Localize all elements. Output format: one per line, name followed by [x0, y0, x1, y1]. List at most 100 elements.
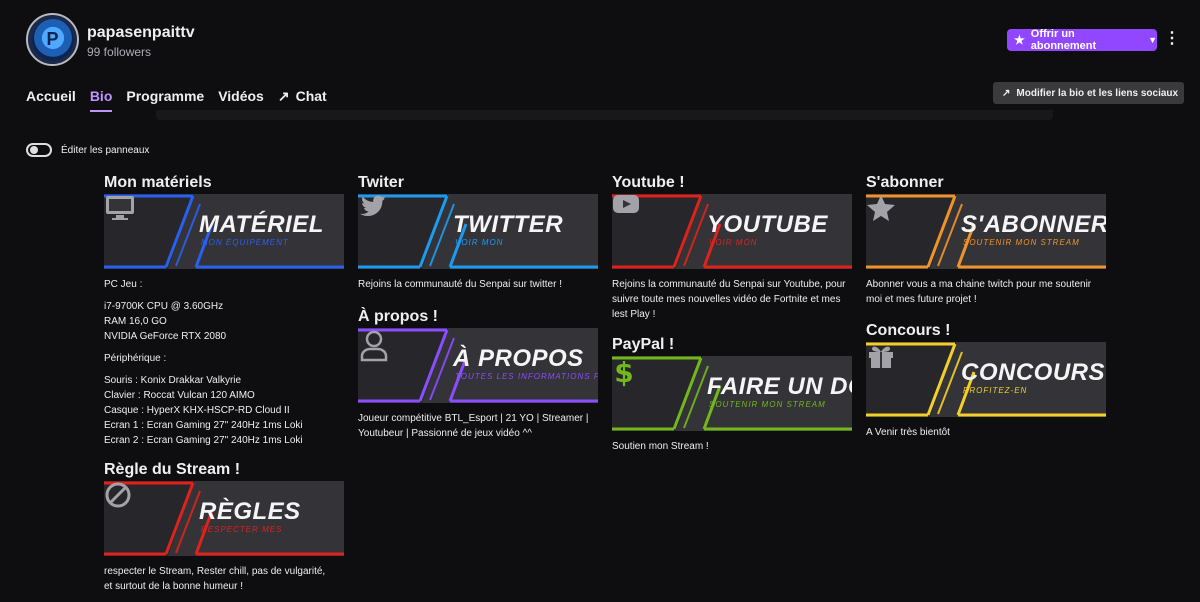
panel-banner[interactable]: CONCOURS PROFITEZ-EN	[866, 342, 1106, 417]
external-link-icon: ↗	[277, 88, 290, 104]
panel: Twiter TWITTER VOIR MON Rejoins la commu…	[358, 172, 598, 292]
panel-text-line: et surtout de la bonne humeur !	[104, 581, 243, 592]
panel-description: Soutien mon Stream !	[612, 439, 852, 454]
scroll-strip	[156, 110, 1053, 120]
channel-tabs: Accueil Bio Programme Vidéos ↗ Chat	[26, 88, 341, 112]
tab-programme[interactable]: Programme	[126, 88, 204, 112]
panel: À propos ! À PROPOS TOUTES LES INFORMATI…	[358, 306, 598, 441]
panel-text-line: respecter le Stream, Rester chill, pas d…	[104, 566, 326, 577]
banner-title: YOUTUBE	[707, 211, 828, 238]
panel-banner[interactable]: À PROPOS TOUTES LES INFORMATIONS PERSONN…	[358, 328, 598, 403]
panel-title: À propos !	[358, 308, 438, 325]
avatar-logo: P	[31, 18, 74, 61]
panel-text-line: Souris : Konix Drakkar Valkyrie	[104, 375, 242, 386]
panel-description: Abonner vous a ma chaine twitch pour me …	[866, 277, 1106, 307]
no-entry-icon	[104, 481, 174, 556]
panel-text-line	[104, 292, 344, 299]
panel: Youtube ! YOUTUBE VOIR MON Rejoins la co…	[612, 172, 852, 322]
banner-subtitle: TOUTES LES INFORMATIONS PERSONNELLES	[455, 372, 598, 381]
panel-text-line: Joueur compétitive BTL_Esport | 21 YO | …	[358, 413, 589, 424]
panel-text-line: Youtubeur | Passionné de jeux vidéo ^^	[358, 428, 532, 439]
panel-banner[interactable]: S'ABONNER SOUTENIR MON STREAM	[866, 194, 1106, 269]
banner-title: RÈGLES	[199, 498, 301, 525]
arrow-up-right-icon: ↗	[1002, 87, 1011, 99]
panel-banner[interactable]: MATÉRIEL MON ÉQUIPEMENT	[104, 194, 344, 269]
channel-name[interactable]: papasenpaittv	[87, 24, 195, 42]
panel-text-line: Abonner vous a ma chaine twitch pour me …	[866, 279, 1092, 290]
panel-banner[interactable]: $ FAIRE UN DON SOUTENIR MON STREAM	[612, 356, 852, 431]
tab-chat[interactable]: ↗ Chat	[278, 88, 327, 112]
edit-panels-toggle[interactable]	[26, 143, 52, 157]
panel-text-line	[104, 366, 344, 373]
panel-text-line: i7-9700K CPU @ 3.60GHz	[104, 301, 224, 312]
gift-subscription-button[interactable]: ★ Offrir un abonnement ▼	[1007, 28, 1157, 52]
edit-bio-button[interactable]: ↗ Modifier la bio et les liens sociaux	[993, 82, 1184, 104]
panel: S'abonner S'ABONNER SOUTENIR MON STREAM …	[866, 172, 1106, 307]
panel-text-line: Ecran 2 : Ecran Gaming 27" 240Hz 1ms Lok…	[104, 435, 303, 446]
panel-text-line: Ecran 1 : Ecran Gaming 27" 240Hz 1ms Lok…	[104, 420, 303, 431]
panel-title: S'abonner	[866, 174, 944, 191]
panel-text-line: Soutien mon Stream !	[612, 441, 709, 452]
banner-title: S'ABONNER	[961, 211, 1106, 238]
monitor-icon	[104, 194, 174, 269]
panel-text-line: A Venir très bientôt	[866, 427, 950, 438]
tab-chat-label: Chat	[295, 88, 327, 104]
banner-title: À PROPOS	[453, 345, 584, 372]
panel-description: Rejoins la communauté du Senpai sur twit…	[358, 277, 598, 292]
channel-avatar[interactable]: P	[26, 13, 79, 66]
tab-accueil[interactable]: Accueil	[26, 88, 76, 112]
banner-subtitle: SOUTENIR MON STREAM	[709, 400, 826, 409]
panel-banner[interactable]: RÈGLES RESPECTER MES	[104, 481, 344, 556]
star-icon	[866, 194, 936, 269]
panel-text-line: NVIDIA GeForce RTX 2080	[104, 331, 227, 342]
panel-text-line: moi et mes future projet !	[866, 294, 977, 305]
panel-title: Twiter	[358, 174, 404, 191]
panel-text-line	[104, 344, 344, 351]
banner-subtitle: SOUTENIR MON STREAM	[963, 238, 1080, 247]
panel: PayPal ! $ FAIRE UN DON SOUTENIR MON STR…	[612, 334, 852, 454]
gift-icon	[866, 342, 936, 417]
more-options-button[interactable]: ⋮	[1163, 29, 1181, 51]
panel-title: PayPal !	[612, 336, 675, 353]
panel-banner[interactable]: YOUTUBE VOIR MON	[612, 194, 852, 269]
tab-bio[interactable]: Bio	[89, 88, 113, 112]
panel: Mon matériels MATÉRIEL MON ÉQUIPEMENT PC…	[104, 172, 344, 448]
svg-text:$: $	[614, 356, 633, 388]
star-icon: ★	[1014, 33, 1025, 47]
banner-title: CONCOURS	[961, 359, 1106, 386]
panel-banner[interactable]: TWITTER VOIR MON	[358, 194, 598, 269]
panel-description: respecter le Stream, Rester chill, pas d…	[104, 564, 344, 594]
panel-text-line: Casque : HyperX KHX-HSCP-RD Cloud II	[104, 405, 290, 416]
dollar-icon: $	[612, 356, 682, 431]
panel-title: Mon matériels	[104, 174, 212, 191]
banner-subtitle: MON ÉQUIPEMENT	[201, 238, 289, 247]
banner-subtitle: RESPECTER MES	[201, 525, 283, 534]
banner-title: TWITTER	[453, 211, 564, 238]
panel-text-line: Clavier : Roccat Vulcan 120 AIMO	[104, 390, 255, 401]
panel-text-line: RAM 16,0 GO	[104, 316, 167, 327]
banner-subtitle: VOIR MON	[709, 238, 758, 247]
followers-count: 99 followers	[87, 45, 152, 59]
panel-description: A Venir très bientôt	[866, 425, 1106, 440]
panel-text-line: Rejoins la communauté du Senpai sur Yout…	[612, 279, 846, 290]
panel-description: Rejoins la communauté du Senpai sur Yout…	[612, 277, 852, 322]
edit-panels-label: Éditer les panneaux	[61, 144, 150, 156]
gift-subscription-label: Offrir un abonnement	[1030, 28, 1097, 52]
panel-text-line: Rejoins la communauté du Senpai sur twit…	[358, 279, 562, 290]
banner-title: FAIRE UN DON	[707, 373, 852, 400]
user-icon	[358, 328, 428, 403]
panel-text-line: lest Play !	[612, 309, 656, 320]
panel: Règle du Stream ! RÈGLES RESPECTER MES r…	[104, 459, 344, 594]
tab-videos[interactable]: Vidéos	[218, 88, 264, 112]
banner-title: MATÉRIEL	[199, 211, 324, 238]
panel-text-line: PC Jeu :	[104, 279, 143, 290]
panel-text-line: suivre toute mes nouvelles vidéo de Fort…	[612, 294, 841, 305]
panel-text-line: Périphérique :	[104, 353, 167, 364]
edit-panels-row: Éditer les panneaux	[26, 143, 149, 157]
chevron-down-icon: ▼	[1148, 35, 1157, 45]
twitter-icon	[358, 194, 428, 269]
panel-description: Joueur compétitive BTL_Esport | 21 YO | …	[358, 411, 598, 441]
panel-title: Concours !	[866, 322, 951, 339]
panel-title: Youtube !	[612, 174, 685, 191]
panel-title: Règle du Stream !	[104, 461, 241, 478]
